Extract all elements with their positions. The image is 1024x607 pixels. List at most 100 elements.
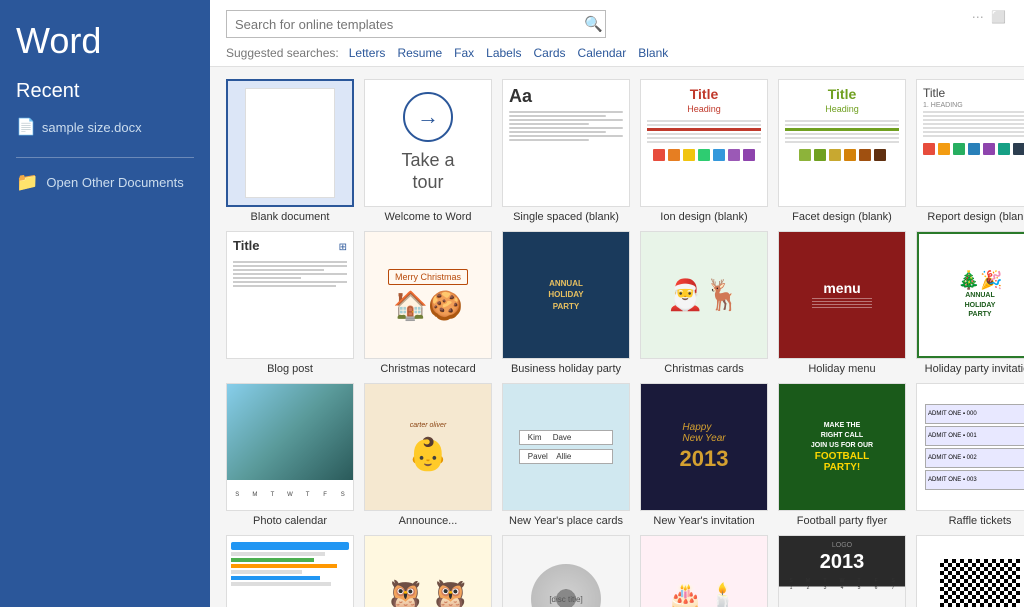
template-announce[interactable]: carter oliver 👶 Announce... — [364, 383, 492, 527]
suggestion-cards[interactable]: Cards — [534, 46, 566, 60]
biz-holiday-thumb: ANNUALHOLIDAYPARTY — [502, 231, 630, 359]
schedule-thumb — [226, 535, 354, 607]
template-ny-inv[interactable]: HappyNew Year 2013 New Year's invitation — [640, 383, 768, 527]
suggestion-resume[interactable]: Resume — [397, 46, 442, 60]
holiday-inv-visual: 🎄🎉 ANNUALHOLIDAYPARTY — [917, 232, 1024, 358]
template-football[interactable]: MAKE THERIGHT CALLJOIN US FOR OUR FOOTBA… — [778, 383, 906, 527]
cal2013-year: 2013 — [820, 551, 865, 574]
ny-inv-visual: HappyNew Year 2013 — [641, 384, 767, 510]
photo-cal-bottom: SMT WTF S — [227, 480, 353, 510]
template-photo-cal[interactable]: SMT WTF S Photo calendar — [226, 383, 354, 527]
raffle-label: Raffle tickets — [949, 515, 1012, 527]
search-row: 🔍 ⋯ ⬜ — [226, 10, 1008, 38]
tour-circle: → — [403, 92, 453, 142]
ny-inv-year: 2013 — [680, 446, 729, 472]
template-holiday-inv[interactable]: 🎄🎉 ANNUALHOLIDAYPARTY Holiday party invi… — [916, 231, 1024, 375]
holiday-menu-visual: menu — [779, 232, 905, 358]
qr-thumb — [916, 535, 1024, 607]
template-cal2013[interactable]: LOGO 2013 SMT WTF S 123 456 7 — [778, 535, 906, 607]
blank-doc-visual — [245, 88, 335, 198]
suggestion-letters[interactable]: Letters — [349, 46, 386, 60]
template-blog[interactable]: Title ⊞ Blog p — [226, 231, 354, 375]
facet-title: Title — [785, 86, 899, 102]
ion-visual: Title Heading — [641, 80, 767, 206]
sidebar: Word Recent 📄 sample size.docx 📁 Open Ot… — [0, 0, 210, 607]
report-visual: Title 1. HEADING — [917, 80, 1024, 206]
xmas-notecard-label: Christmas notecard — [380, 363, 475, 375]
ss-line — [509, 123, 589, 125]
xmas-cards-thumb: 🎅🦌 — [640, 231, 768, 359]
template-owls[interactable]: 🦉🦉 — [364, 535, 492, 607]
raffle-ticket-0: ADMIT ONE ▪ 000 — [925, 404, 1024, 424]
window-controls: ⋯ ⬜ — [972, 10, 1008, 24]
template-raffle[interactable]: ADMIT ONE ▪ 000 ADMIT ONE ▪ 001 ADMIT ON… — [916, 383, 1024, 527]
search-button[interactable]: 🔍 — [576, 15, 611, 33]
open-other-documents[interactable]: 📁 Open Other Documents — [16, 172, 194, 193]
ny-inv-text: HappyNew Year — [682, 422, 725, 444]
blog-visual: Title ⊞ — [227, 232, 353, 358]
template-schedule[interactable] — [226, 535, 354, 607]
football-thumb: MAKE THERIGHT CALLJOIN US FOR OUR FOOTBA… — [778, 383, 906, 511]
holiday-menu-text: menu — [823, 280, 860, 296]
disc-visual: [disc title] — [503, 536, 629, 607]
search-input[interactable] — [226, 10, 606, 38]
template-bday[interactable]: 🎂🕯️ — [640, 535, 768, 607]
template-xmas-cards[interactable]: 🎅🦌 Christmas cards — [640, 231, 768, 375]
suggested-row: Suggested searches: Letters Resume Fax L… — [226, 46, 1008, 60]
schedule-visual — [227, 536, 353, 607]
ion-thumb: Title Heading — [640, 79, 768, 207]
template-ny-place[interactable]: Kim Dave Pavel Allie New Year's place ca… — [502, 383, 630, 527]
blog-title: Title — [233, 238, 260, 253]
blog-icon: ⊞ — [339, 242, 347, 253]
announce-label: Announce... — [399, 515, 458, 527]
owls-thumb: 🦉🦉 — [364, 535, 492, 607]
report-title: Title — [923, 86, 1024, 100]
template-disc[interactable]: [disc title] — [502, 535, 630, 607]
ss-line — [509, 135, 623, 137]
single-spaced-label: Single spaced (blank) — [513, 211, 619, 223]
ion-label: Ion design (blank) — [660, 211, 747, 223]
facet-colors — [785, 149, 899, 161]
ion-colors — [647, 149, 761, 161]
cal2013-grid: SMT WTF S 123 456 7 — [783, 578, 901, 591]
app-title: Word — [16, 20, 194, 62]
raffle-thumb: ADMIT ONE ▪ 000 ADMIT ONE ▪ 001 ADMIT ON… — [916, 383, 1024, 511]
template-biz-holiday[interactable]: ANNUALHOLIDAYPARTY Business holiday part… — [502, 231, 630, 375]
ny-inv-thumb: HappyNew Year 2013 — [640, 383, 768, 511]
template-facet[interactable]: Title Heading — [778, 79, 906, 223]
ion-title: Title — [647, 86, 761, 102]
template-report[interactable]: Title 1. HEADING — [916, 79, 1024, 223]
blank-label: Blank document — [251, 211, 330, 223]
photo-cal-thumb: SMT WTF S — [226, 383, 354, 511]
template-blank[interactable]: Blank document — [226, 79, 354, 223]
cal2013-logo: LOGO — [832, 542, 852, 549]
facet-visual: Title Heading — [779, 80, 905, 206]
recent-file-0[interactable]: 📄 sample size.docx — [16, 117, 194, 137]
ss-line — [509, 131, 606, 133]
announce-text: carter oliver — [410, 422, 447, 429]
suggestion-blank[interactable]: Blank — [638, 46, 668, 60]
biz-holiday-label: Business holiday party — [511, 363, 621, 375]
template-qr[interactable] — [916, 535, 1024, 607]
suggestion-calendar[interactable]: Calendar — [578, 46, 627, 60]
template-tour[interactable]: → Take atour Welcome to Word — [364, 79, 492, 223]
template-holiday-menu[interactable]: menu Holiday menu — [778, 231, 906, 375]
raffle-ticket-3: ADMIT ONE ▪ 003 — [925, 470, 1024, 490]
place-card-0: Kim Dave — [519, 430, 613, 445]
single-spaced-visual: Aa — [503, 80, 629, 206]
suggestion-fax[interactable]: Fax — [454, 46, 474, 60]
template-single-spaced[interactable]: Aa Single spaced (blank) — [502, 79, 630, 223]
bday-thumb: 🎂🕯️ — [640, 535, 768, 607]
facet-thumb: Title Heading — [778, 79, 906, 207]
templates-area: Blank document → Take atour Welcome to W… — [210, 67, 1024, 607]
ss-line — [509, 127, 623, 129]
suggestion-labels[interactable]: Labels — [486, 46, 521, 60]
disc-circle: [disc title] — [531, 564, 601, 607]
ny-place-thumb: Kim Dave Pavel Allie — [502, 383, 630, 511]
template-xmas-notecard[interactable]: Merry Christmas 🏠🍪 Christmas notecard — [364, 231, 492, 375]
holiday-menu-thumb: menu — [778, 231, 906, 359]
announce-visual: carter oliver 👶 — [365, 384, 491, 510]
xmas-visual: Merry Christmas 🏠🍪 — [365, 232, 491, 358]
template-ion[interactable]: Title Heading — [640, 79, 768, 223]
facet-heading: Heading — [785, 104, 899, 114]
